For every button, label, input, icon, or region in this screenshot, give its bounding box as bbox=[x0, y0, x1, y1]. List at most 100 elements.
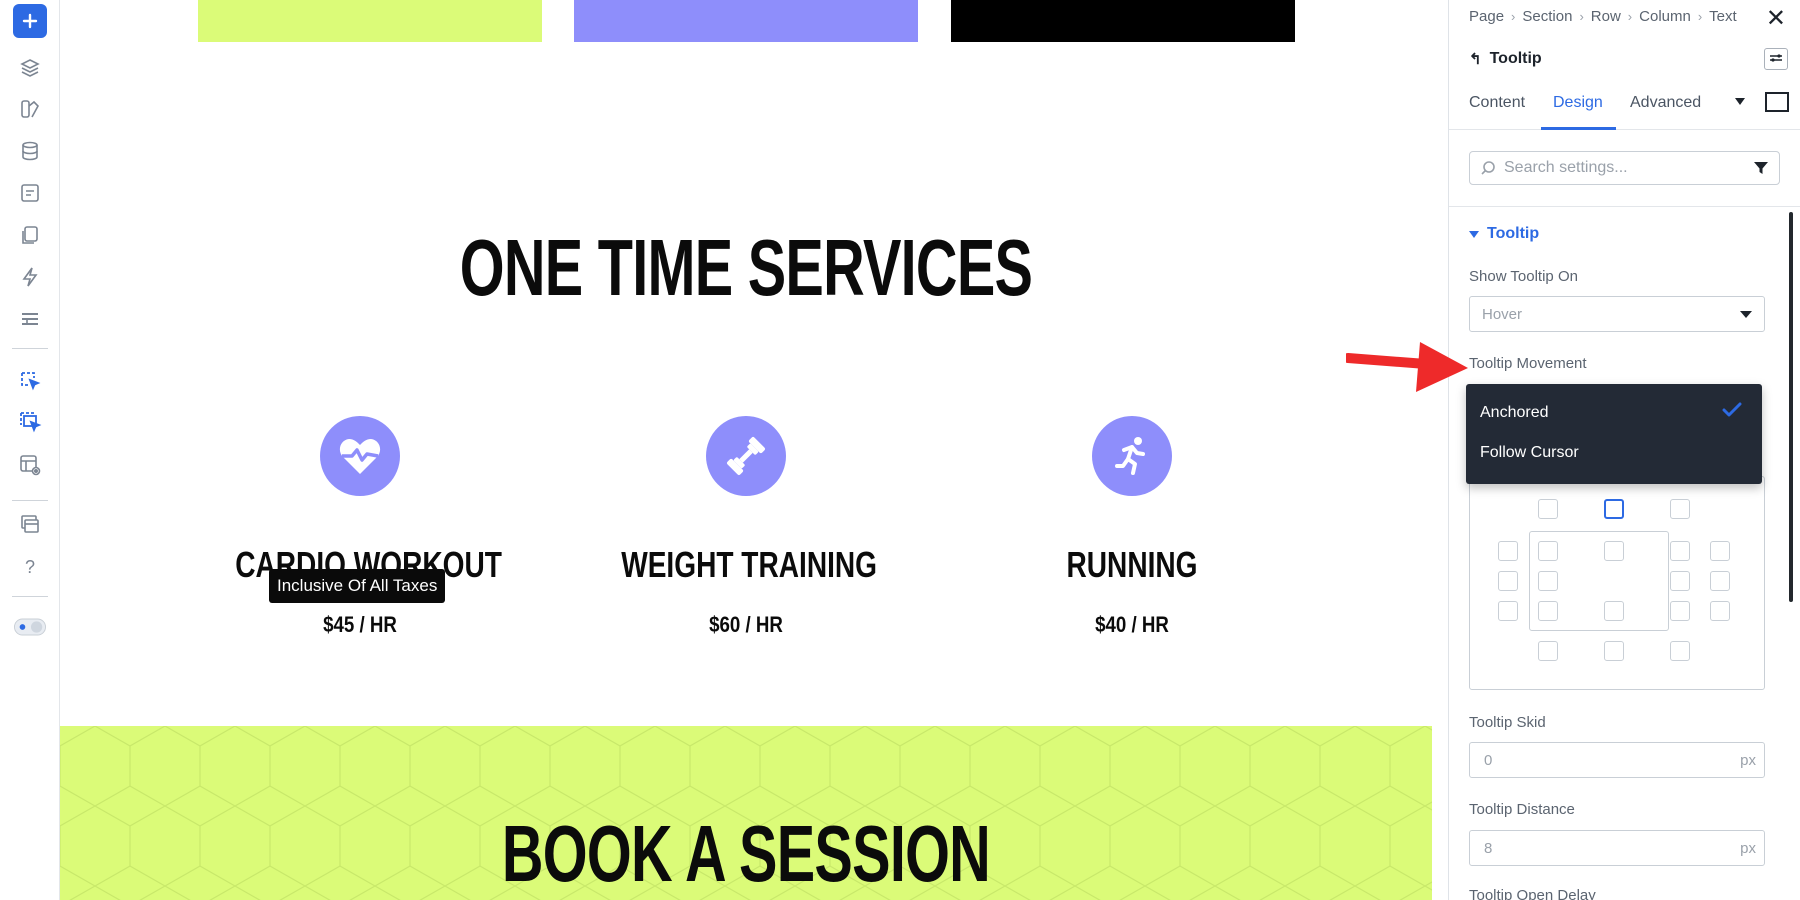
app-window: ? ONE TIME SERVICES CARDIO WORKOUT $45 /… bbox=[0, 0, 1800, 900]
service-price: $45 / HR bbox=[323, 612, 397, 637]
tooltip-placement-picker bbox=[1469, 476, 1765, 690]
tooltip-skid-input[interactable]: 0 px bbox=[1469, 742, 1765, 778]
placement-right[interactable] bbox=[1710, 571, 1730, 591]
placement-top-end[interactable] bbox=[1670, 499, 1690, 519]
runner-icon bbox=[1092, 416, 1172, 496]
show-tooltip-on-select[interactable]: Hover bbox=[1469, 296, 1765, 332]
option-follow-cursor[interactable]: Follow Cursor bbox=[1480, 444, 1579, 462]
tooltip-movement-label: Tooltip Movement bbox=[1469, 355, 1587, 372]
back-to-module[interactable]: ↰ Tooltip bbox=[1469, 50, 1542, 68]
tooltip-skid-label: Tooltip Skid bbox=[1469, 714, 1546, 731]
lime-color-block bbox=[198, 0, 542, 42]
placement-inner-bottom-right[interactable] bbox=[1670, 601, 1690, 621]
purple-color-block bbox=[574, 0, 918, 42]
database-icon[interactable] bbox=[14, 135, 46, 167]
tooltip-distance-label: Tooltip Distance bbox=[1469, 801, 1575, 818]
placement-bottom-start[interactable] bbox=[1538, 641, 1558, 661]
breadcrumb: Page › Section › Row › Column › Text bbox=[1469, 8, 1737, 25]
section-title: Tooltip bbox=[1487, 225, 1540, 242]
help-icon[interactable]: ? bbox=[14, 551, 46, 583]
placement-top[interactable] bbox=[1604, 499, 1624, 519]
placement-bottom-end[interactable] bbox=[1670, 641, 1690, 661]
click-select-icon[interactable] bbox=[14, 365, 46, 397]
windows-icon[interactable] bbox=[14, 508, 46, 540]
placement-bottom[interactable] bbox=[1604, 641, 1624, 661]
heart-icon bbox=[320, 416, 400, 496]
tooltip-preview: Inclusive Of All Taxes bbox=[269, 569, 446, 603]
service-card-weight[interactable]: WEIGHT TRAINING $60 / HR bbox=[586, 416, 906, 637]
placement-inner-right[interactable] bbox=[1670, 571, 1690, 591]
placement-left-end[interactable] bbox=[1498, 601, 1518, 621]
dropdown-caret-icon[interactable] bbox=[1735, 98, 1745, 105]
search-input[interactable]: Search settings... bbox=[1504, 159, 1628, 177]
multi-select-icon[interactable] bbox=[14, 406, 46, 438]
chevron-right-icon: › bbox=[1579, 9, 1584, 24]
placement-left[interactable] bbox=[1498, 571, 1518, 591]
show-tooltip-on-label: Show Tooltip On bbox=[1469, 268, 1578, 285]
left-toolbar: ? bbox=[0, 0, 60, 900]
select-value: Hover bbox=[1482, 305, 1523, 323]
panel-scrollbar[interactable] bbox=[1789, 212, 1793, 602]
tab-content[interactable]: Content bbox=[1469, 94, 1525, 112]
pages-icon[interactable] bbox=[14, 219, 46, 251]
list-icon[interactable] bbox=[14, 303, 46, 335]
placement-inner-bottom[interactable] bbox=[1604, 601, 1624, 621]
services-heading[interactable]: ONE TIME SERVICES bbox=[252, 222, 1240, 314]
form-icon[interactable] bbox=[14, 177, 46, 209]
placement-inner-bottom-left[interactable] bbox=[1538, 601, 1558, 621]
theme-toggle-icon[interactable] bbox=[14, 611, 46, 643]
book-session-heading[interactable]: BOOK A SESSION bbox=[252, 808, 1240, 900]
tooltip-movement-dropdown: Anchored Follow Cursor bbox=[1466, 384, 1762, 484]
caret-down-icon bbox=[1469, 230, 1479, 238]
add-icon[interactable] bbox=[13, 4, 47, 38]
chevron-right-icon: › bbox=[1697, 9, 1703, 24]
placement-right-end[interactable] bbox=[1710, 601, 1730, 621]
checkmark-icon bbox=[1722, 402, 1742, 417]
settings-tabs: Content Design Advanced bbox=[1449, 88, 1800, 130]
chevron-right-icon: › bbox=[1511, 9, 1516, 24]
placement-inner-top-left[interactable] bbox=[1538, 541, 1558, 561]
service-price: $40 / HR bbox=[1095, 612, 1169, 637]
service-card-running[interactable]: RUNNING $40 / HR bbox=[972, 416, 1292, 637]
placement-left-start[interactable] bbox=[1498, 541, 1518, 561]
back-arrow-icon: ↰ bbox=[1469, 51, 1482, 68]
skid-value: 0 bbox=[1484, 751, 1493, 769]
placement-inner-top-right[interactable] bbox=[1670, 541, 1690, 561]
placement-inner-left[interactable] bbox=[1538, 571, 1558, 591]
chevron-right-icon: › bbox=[1627, 9, 1633, 24]
black-color-block bbox=[951, 0, 1295, 42]
service-card-cardio[interactable]: CARDIO WORKOUT $45 / HR bbox=[200, 416, 520, 637]
theme-builder-icon[interactable] bbox=[14, 93, 46, 125]
breadcrumb-row[interactable]: Row bbox=[1591, 8, 1621, 25]
dumbbell-icon bbox=[706, 416, 786, 496]
desktop-view-icon[interactable] bbox=[1765, 92, 1789, 112]
placement-right-start[interactable] bbox=[1710, 541, 1730, 561]
layers-icon[interactable] bbox=[14, 52, 46, 84]
tab-design[interactable]: Design bbox=[1553, 94, 1603, 112]
placement-inner-top[interactable] bbox=[1604, 541, 1624, 561]
tooltip-distance-input[interactable]: 8 px bbox=[1469, 830, 1765, 866]
service-price: $60 / HR bbox=[709, 612, 783, 637]
active-tab-indicator bbox=[1541, 127, 1616, 130]
tab-advanced[interactable]: Advanced bbox=[1630, 94, 1701, 112]
annotation-arrow-icon bbox=[1346, 342, 1468, 392]
search-icon bbox=[1481, 161, 1495, 175]
page-canvas[interactable]: ONE TIME SERVICES CARDIO WORKOUT $45 / H… bbox=[60, 0, 1432, 900]
breadcrumb-column[interactable]: Column bbox=[1639, 8, 1691, 25]
unit-label[interactable]: px bbox=[1740, 752, 1756, 769]
panel-options-icon[interactable] bbox=[1764, 48, 1788, 70]
breadcrumb-text[interactable]: Text bbox=[1709, 8, 1737, 25]
chevron-down-icon bbox=[1740, 311, 1752, 318]
preview-icon[interactable] bbox=[14, 449, 46, 481]
close-icon[interactable]: ✕ bbox=[1766, 4, 1786, 33]
lightning-icon[interactable] bbox=[14, 261, 46, 293]
filter-icon[interactable] bbox=[1753, 160, 1769, 176]
placement-top-start[interactable] bbox=[1538, 499, 1558, 519]
breadcrumb-section[interactable]: Section bbox=[1522, 8, 1572, 25]
option-anchored[interactable]: Anchored bbox=[1480, 404, 1549, 422]
settings-search[interactable]: Search settings... bbox=[1469, 151, 1780, 185]
tooltip-section-toggle[interactable]: Tooltip bbox=[1469, 225, 1539, 243]
unit-label[interactable]: px bbox=[1740, 840, 1756, 857]
breadcrumb-page[interactable]: Page bbox=[1469, 8, 1504, 25]
distance-value: 8 bbox=[1484, 839, 1493, 857]
